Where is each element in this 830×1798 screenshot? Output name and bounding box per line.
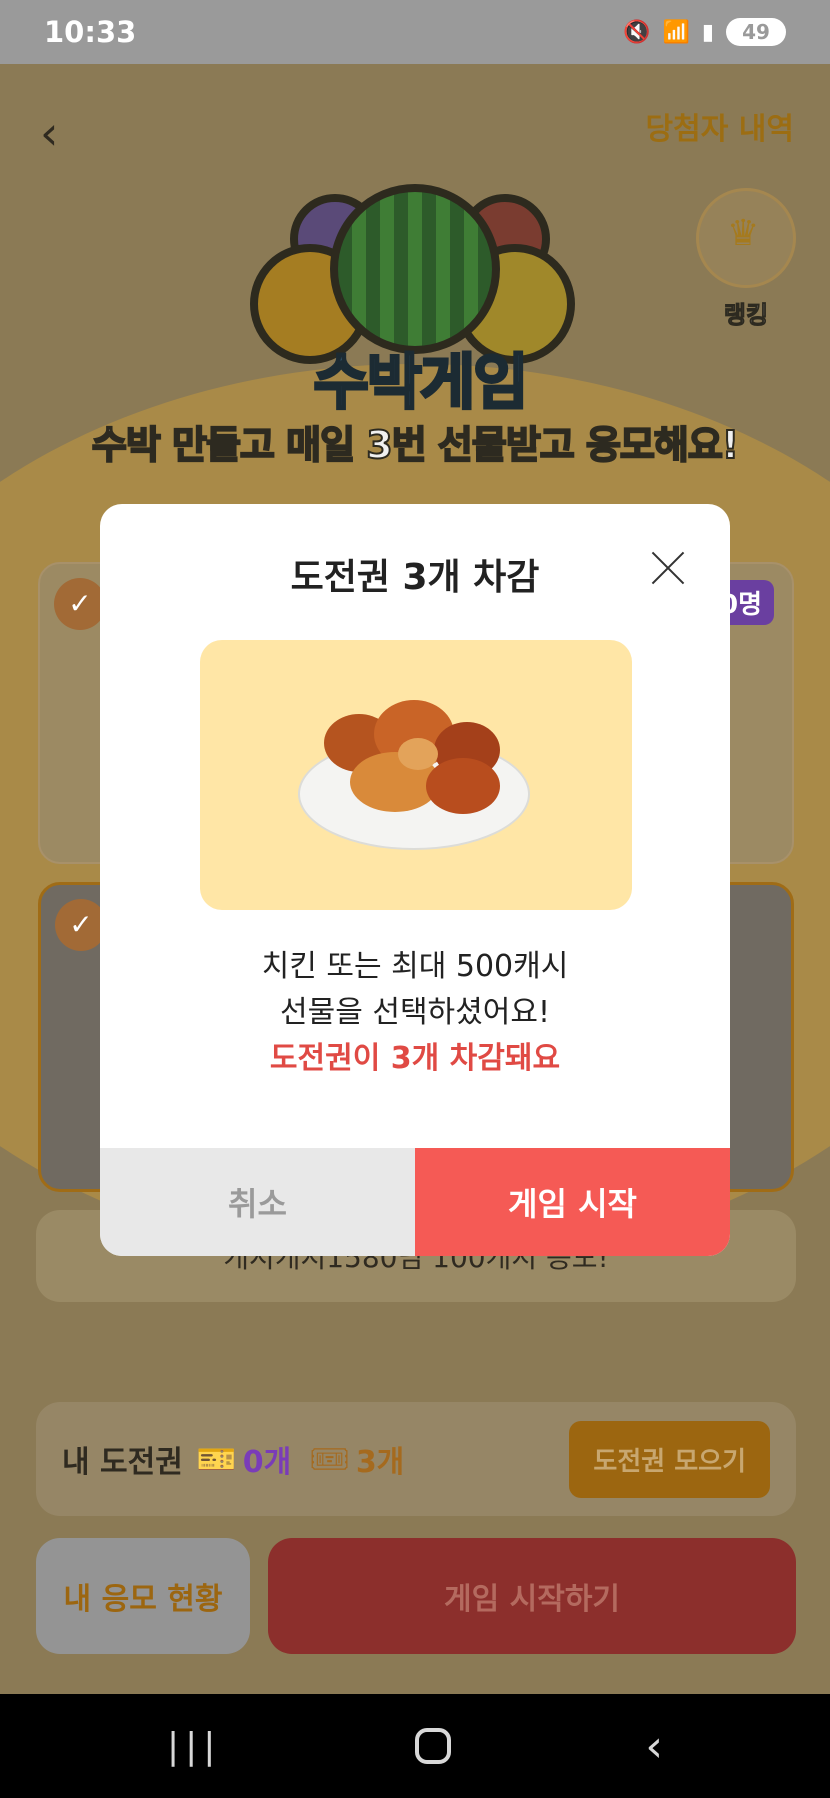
system-nav-bar: ||| ‹ bbox=[0, 1694, 830, 1798]
ticket-label: 내 도전권 bbox=[62, 1445, 183, 1480]
purple-ticket-icon: 🎫 bbox=[196, 1440, 237, 1478]
ranking-label: 랭킹 bbox=[723, 301, 769, 330]
collect-tickets-button[interactable]: 도전권 모으기 bbox=[569, 1420, 770, 1498]
description-line-2: 선물을 선택하셨어요! bbox=[280, 995, 550, 1030]
battery-icon: 49 bbox=[726, 18, 786, 46]
headline: 수박 만들고 매일 3번 선물받고 응모해요! bbox=[91, 422, 740, 468]
home-icon[interactable] bbox=[415, 1728, 452, 1764]
start-game-button[interactable]: 게임 시작하기 bbox=[268, 1538, 796, 1654]
deduct-warning: 도전권이 3개 차감돼요 bbox=[269, 1041, 561, 1076]
close-icon[interactable] bbox=[650, 550, 686, 586]
dialog-description: 치킨 또는 최대 500캐시 선물을 선택하셨어요! 도전권이 3개 차감돼요 bbox=[100, 944, 730, 1082]
recents-icon[interactable]: ||| bbox=[167, 1726, 221, 1767]
prize-image bbox=[200, 640, 632, 910]
wifi-icon: 📶 bbox=[662, 19, 690, 45]
battery-level: 49 bbox=[742, 20, 770, 44]
orange-ticket-icon: 🎟 bbox=[309, 1440, 350, 1478]
logo-text: 수박게임 bbox=[312, 347, 530, 420]
ticket-panel: 내 도전권 🎫 0개 🎟 3개 도전권 모으기 bbox=[36, 1402, 796, 1516]
game-start-button[interactable]: 게임 시작 bbox=[415, 1148, 730, 1256]
description-line-1: 치킨 또는 최대 500캐시 bbox=[261, 949, 569, 984]
game-logo: 수박게임 bbox=[250, 184, 580, 420]
back-chevron-icon[interactable]: ‹ bbox=[40, 106, 58, 160]
watermelon-icon bbox=[330, 184, 500, 354]
chicken-piece bbox=[398, 738, 438, 770]
cancel-button[interactable]: 취소 bbox=[100, 1148, 415, 1256]
winners-history-link[interactable]: 당첨자 내역 bbox=[646, 104, 794, 148]
signal-icon: ▮ bbox=[701, 19, 714, 45]
ranking-button[interactable]: ♛ 랭킹 bbox=[696, 188, 796, 330]
ticket-deduct-dialog: 도전권 3개 차감 치킨 또는 최대 500캐시 선물을 선택하셨어요! 도전권… bbox=[100, 504, 730, 1256]
dialog-title: 도전권 3개 차감 bbox=[290, 557, 540, 598]
back-icon[interactable]: ‹ bbox=[645, 1721, 663, 1772]
status-bar: 10:33 🔇 📶 ▮ 49 bbox=[0, 0, 830, 64]
crown-icon: ♛ bbox=[727, 213, 760, 254]
check-icon: ✓ bbox=[54, 578, 106, 630]
status-icons: 🔇 📶 ▮ 49 bbox=[623, 18, 786, 46]
mute-icon: 🔇 bbox=[623, 19, 651, 45]
orange-ticket-count: 3개 bbox=[355, 1445, 405, 1480]
dialog-buttons: 취소 게임 시작 bbox=[100, 1148, 730, 1256]
purple-ticket-count: 0개 bbox=[242, 1445, 292, 1480]
chicken-piece bbox=[426, 758, 500, 814]
my-entries-button[interactable]: 내 응모 현황 bbox=[36, 1538, 250, 1654]
status-time: 10:33 bbox=[44, 15, 137, 49]
